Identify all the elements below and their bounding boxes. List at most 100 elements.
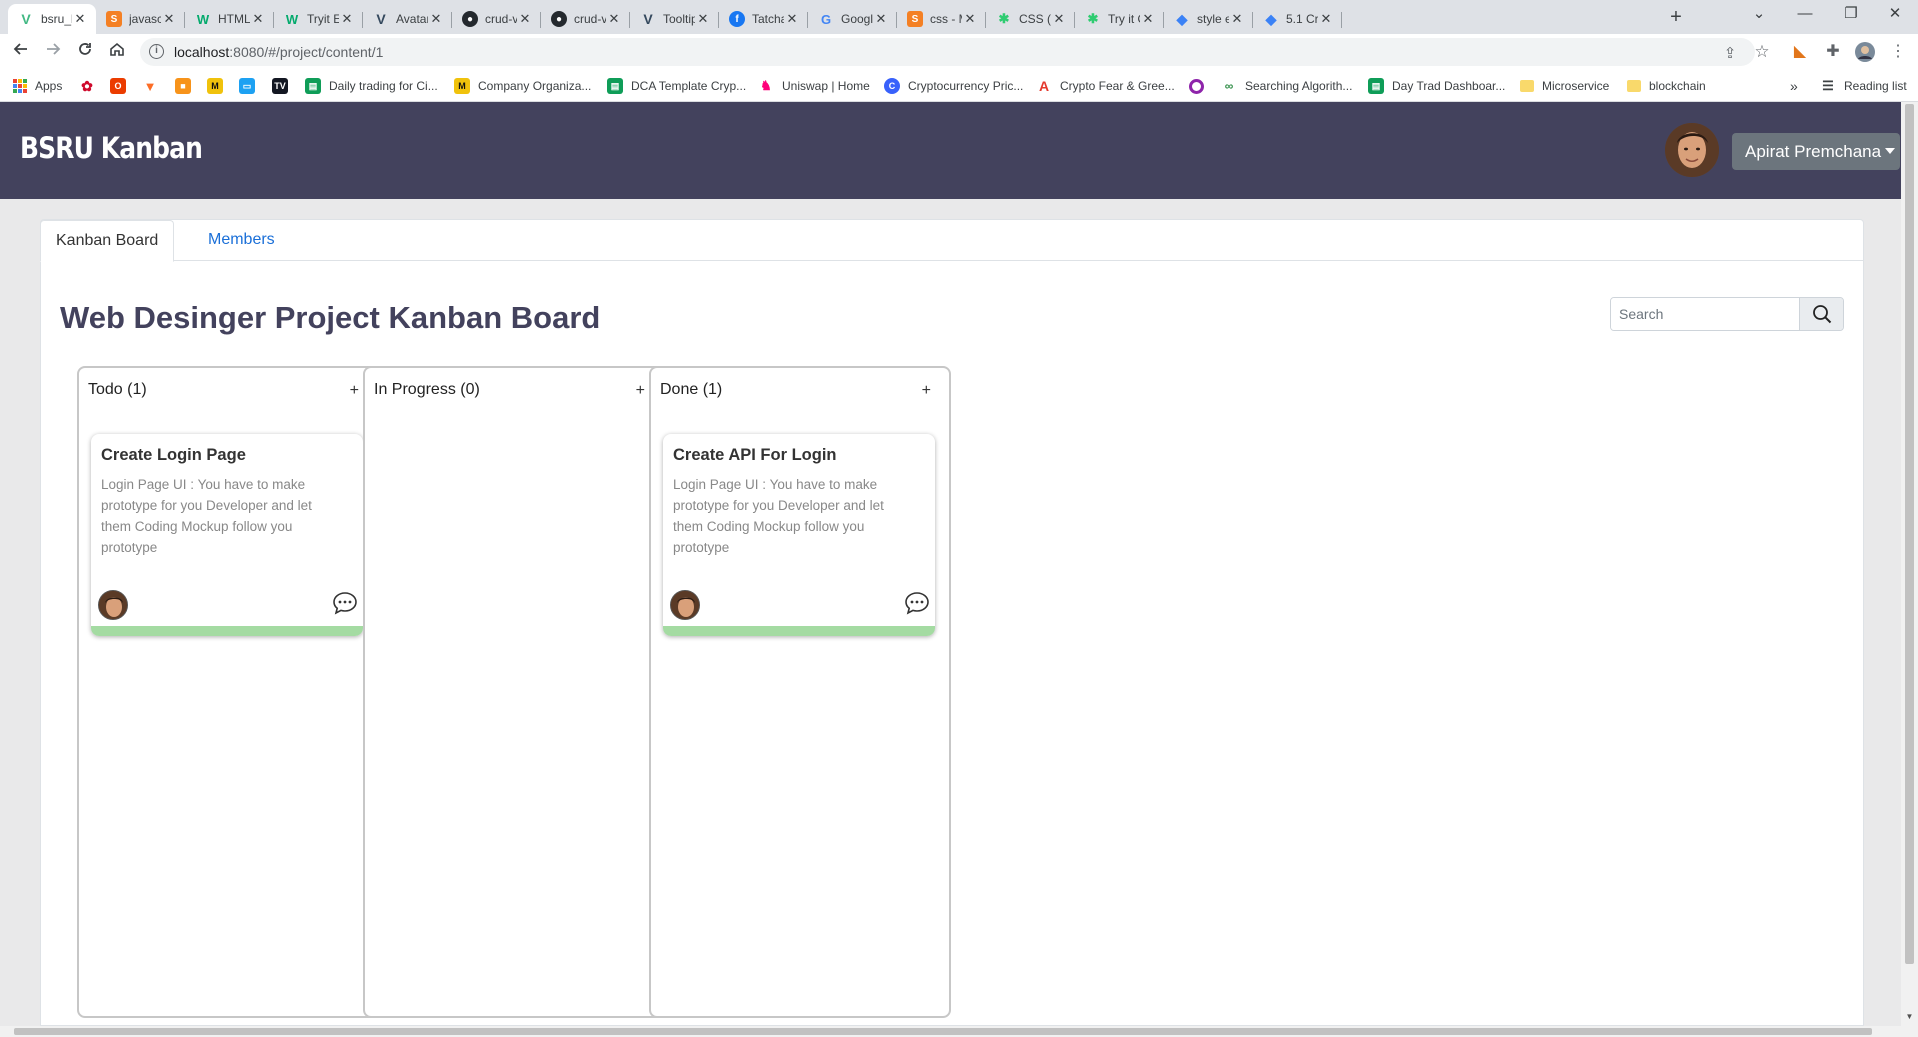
kanban-column-in-progress: In Progress (0) +: [363, 366, 665, 1018]
bookmark-box[interactable]: ■: [175, 76, 199, 96]
close-icon[interactable]: ✕: [1229, 11, 1245, 27]
add-task-button[interactable]: +: [350, 382, 359, 400]
metamask-icon[interactable]: ◣: [1790, 42, 1810, 62]
vertical-scrollbar[interactable]: ▼: [1901, 102, 1918, 1026]
share-icon[interactable]: ⇪: [1720, 44, 1740, 64]
task-status-bar: [91, 626, 363, 636]
forward-icon[interactable]: [41, 40, 65, 64]
scroll-down-arrow-icon[interactable]: ▼: [1905, 1012, 1914, 1021]
bookmark-star-icon[interactable]: ☆: [1752, 42, 1772, 62]
close-icon[interactable]: ✕: [339, 11, 355, 27]
assignee-avatar[interactable]: [670, 590, 700, 620]
bookmark-m[interactable]: M: [207, 76, 231, 96]
scrollbar-thumb[interactable]: [14, 1028, 1872, 1035]
close-icon[interactable]: ✕: [517, 11, 533, 27]
bookmark-blockchain[interactable]: blockchain: [1627, 76, 1706, 96]
close-icon[interactable]: ✕: [1140, 11, 1156, 27]
bookmark-gitlab[interactable]: ▼: [142, 76, 166, 96]
restore-icon[interactable]: ❐: [1828, 0, 1874, 30]
browser-tab[interactable]: V Tooltip | ✕: [630, 4, 719, 34]
new-tab-button[interactable]: +: [1663, 6, 1689, 30]
bookmark-huawei[interactable]: ✿: [79, 76, 103, 96]
bookmark-searching-algorithms[interactable]: ∞ Searching Algorith...: [1221, 76, 1353, 96]
comment-icon[interactable]: [904, 591, 930, 615]
browser-tab[interactable]: W Tryit Edit ✕: [274, 4, 363, 34]
tab-search-icon[interactable]: ⌄: [1736, 0, 1782, 30]
window-close-icon[interactable]: ✕: [1872, 0, 1918, 30]
tab-members[interactable]: Members: [193, 220, 290, 261]
tab-kanban-board[interactable]: Kanban Board: [40, 220, 175, 262]
coinmarketcap-icon: C: [884, 78, 900, 94]
w3schools-icon: W: [196, 11, 210, 27]
menu-icon[interactable]: ⋮: [1888, 42, 1908, 62]
user-avatar[interactable]: [1665, 123, 1719, 177]
close-icon[interactable]: ✕: [606, 11, 622, 27]
browser-tab[interactable]: ✱ Try it Op ✕: [1075, 4, 1164, 34]
close-icon[interactable]: ✕: [1318, 11, 1334, 27]
browser-tab[interactable]: V bsru_kanban ✕: [8, 4, 96, 34]
close-icon[interactable]: ✕: [72, 11, 88, 27]
bookmark-uniswap[interactable]: ♞ Uniswap | Home: [758, 76, 870, 96]
bookmark-day-trad[interactable]: ▤ Day Trad Dashboar...: [1368, 76, 1505, 96]
brand-logo[interactable]: BSRU Kanban: [20, 131, 203, 165]
home-icon[interactable]: [105, 40, 129, 64]
close-icon[interactable]: ✕: [873, 11, 889, 27]
url-text[interactable]: localhost:8080/#/project/content/1: [174, 44, 383, 60]
more-bookmarks-button[interactable]: »: [1790, 76, 1798, 96]
browser-tab[interactable]: f Tatchai ✕: [719, 4, 808, 34]
browser-tab[interactable]: ◆ style ele ✕: [1164, 4, 1253, 34]
search-button[interactable]: [1799, 298, 1843, 330]
close-icon[interactable]: ✕: [962, 11, 978, 27]
bookmark-microservice[interactable]: Microservice: [1520, 76, 1609, 96]
bookmark-cryptocurrency[interactable]: C Cryptocurrency Pric...: [884, 76, 1023, 96]
add-task-button[interactable]: +: [636, 382, 645, 400]
close-icon[interactable]: ✕: [695, 11, 711, 27]
horizontal-scrollbar[interactable]: [0, 1026, 1918, 1037]
close-icon[interactable]: ✕: [161, 11, 177, 27]
close-icon[interactable]: ✕: [784, 11, 800, 27]
browser-tab[interactable]: ● crud-vue ✕: [452, 4, 541, 34]
css-tricks-icon: ✱: [1087, 11, 1099, 26]
browser-tab[interactable]: G Google ✕: [808, 4, 897, 34]
extensions-icon[interactable]: ✚: [1823, 42, 1843, 62]
bookmark-dca-template[interactable]: ▤ DCA Template Cryp...: [607, 76, 746, 96]
nav-tabs: Kanban Board Members: [40, 220, 1863, 262]
comment-icon[interactable]: [332, 591, 358, 615]
bookmark-chat[interactable]: ▭: [239, 76, 263, 96]
task-card[interactable]: Create API For Login Login Page UI : You…: [663, 434, 935, 636]
close-icon[interactable]: ✕: [428, 11, 444, 27]
bookmark-apps[interactable]: Apps: [13, 76, 62, 96]
address-bar[interactable]: i localhost:8080/#/project/content/1 ⇪: [140, 38, 1755, 66]
bookmark-office[interactable]: O: [110, 76, 134, 96]
browser-tab[interactable]: ◆ 5.1 Crea ✕: [1253, 4, 1342, 34]
browser-tab[interactable]: V Avatar | ✕: [363, 4, 452, 34]
task-card[interactable]: Create Login Page Login Page UI : You ha…: [91, 434, 363, 636]
folder-icon: [1627, 80, 1641, 92]
browser-tab[interactable]: S css - Ma ✕: [897, 4, 986, 34]
close-icon[interactable]: ✕: [1051, 11, 1067, 27]
page-background: Kanban Board Members Web Desinger Projec…: [0, 199, 1901, 1026]
browser-tab[interactable]: W HTML la ✕: [185, 4, 274, 34]
profile-icon[interactable]: [1855, 42, 1875, 62]
bookmark-fear-greed[interactable]: A Crypto Fear & Gree...: [1036, 76, 1175, 96]
reload-icon[interactable]: [73, 40, 97, 64]
search-input[interactable]: [1611, 298, 1799, 330]
browser-tab[interactable]: S javascript ✕: [96, 4, 185, 34]
close-icon[interactable]: ✕: [250, 11, 266, 27]
add-task-button[interactable]: +: [922, 382, 931, 400]
bookmark-circle[interactable]: [1189, 76, 1212, 96]
user-menu-dropdown[interactable]: Apirat Premchana: [1732, 133, 1900, 170]
assignee-avatar[interactable]: [98, 590, 128, 620]
browser-tab[interactable]: ✱ CSS (HT ✕: [986, 4, 1075, 34]
minimize-icon[interactable]: —: [1782, 0, 1828, 30]
tab-title: Tryit Edit: [307, 12, 339, 26]
site-info-icon[interactable]: i: [149, 44, 164, 59]
browser-tab[interactable]: ● crud-vue ✕: [541, 4, 630, 34]
reading-list-button[interactable]: ☰ Reading list: [1820, 76, 1907, 96]
bookmark-tradingview[interactable]: TV: [272, 76, 296, 96]
bookmark-daily-trading[interactable]: ▤ Daily trading for Ci...: [305, 76, 438, 96]
stackoverflow-icon: S: [106, 11, 122, 27]
bookmark-company-org[interactable]: M Company Organiza...: [454, 76, 591, 96]
back-icon[interactable]: [9, 40, 33, 64]
scrollbar-thumb[interactable]: [1905, 104, 1914, 964]
